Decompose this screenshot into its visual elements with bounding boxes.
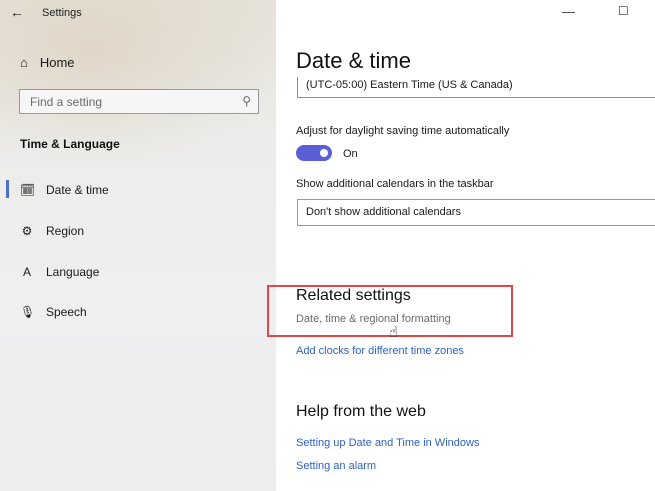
globe-icon: ⚙ <box>21 224 33 238</box>
home-icon: ⌂ <box>20 55 28 70</box>
microphone-icon: 🎙 <box>20 305 36 319</box>
sidebar-item-label: Language <box>46 265 100 279</box>
language-icon: A <box>22 265 31 279</box>
sidebar-item-region[interactable]: ⚙ Region <box>20 224 84 238</box>
help-link-date-time[interactable]: Setting up Date and Time in Windows <box>296 437 479 449</box>
sidebar-item-language[interactable]: A Language <box>20 265 99 279</box>
calendars-dropdown[interactable]: Don't show additional calendars <box>297 199 655 226</box>
sidebar-item-speech[interactable]: 🎙 Speech <box>20 305 87 319</box>
add-clocks-link[interactable]: Add clocks for different time zones <box>296 345 464 357</box>
title-bar: ← Settings — ☐ <box>0 0 655 30</box>
home-label: Home <box>39 55 75 70</box>
back-arrow-icon[interactable]: ← <box>10 4 24 20</box>
search-placeholder: Find a setting <box>30 95 103 109</box>
dst-label: Adjust for daylight saving time automati… <box>296 125 510 137</box>
active-indicator <box>6 180 9 198</box>
dst-toggle-state: On <box>343 148 358 160</box>
calendars-label: Show additional calendars in the taskbar <box>296 178 494 190</box>
window-title: Settings <box>42 7 82 19</box>
sidebar <box>0 0 276 491</box>
minimize-icon[interactable]: — <box>562 4 575 19</box>
section-title: Time & Language <box>20 137 120 151</box>
calendar-clock-icon: 🗓 <box>20 183 36 197</box>
sidebar-item-label: Speech <box>46 305 87 319</box>
home-nav-item[interactable]: ⌂ Home <box>20 55 75 70</box>
search-icon[interactable]: ⚲ <box>242 94 251 108</box>
maximize-icon[interactable]: ☐ <box>618 4 629 18</box>
help-link-alarm[interactable]: Setting an alarm <box>296 460 376 472</box>
hand-cursor-icon: ☝ <box>389 324 399 341</box>
sidebar-item-label: Date & time <box>46 183 109 197</box>
dst-toggle[interactable] <box>296 145 332 161</box>
sidebar-item-label: Region <box>46 224 85 238</box>
page-title: Date & time <box>296 48 411 73</box>
timezone-dropdown[interactable]: (UTC-05:00) Eastern Time (US & Canada) <box>297 77 655 98</box>
search-input[interactable]: Find a setting ⚲ <box>19 89 259 114</box>
sidebar-item-date-time[interactable]: 🗓 Date & time <box>20 183 109 197</box>
help-title: Help from the web <box>296 403 426 420</box>
